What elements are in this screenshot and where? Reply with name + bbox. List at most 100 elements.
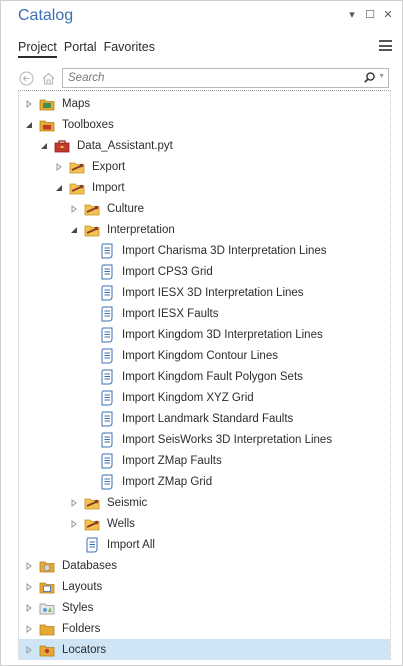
- tab-favorites[interactable]: Favorites: [104, 36, 155, 58]
- script-tool-icon: [99, 453, 115, 469]
- pane-title: Catalog: [18, 7, 74, 24]
- collapsed-arrow-icon[interactable]: [53, 161, 65, 173]
- tree-item-label: Folders: [62, 622, 101, 635]
- locators-folder-icon: [39, 642, 55, 658]
- script-tool-icon: [99, 369, 115, 385]
- expanded-arrow-icon[interactable]: [53, 182, 65, 194]
- tree-item-import-kingdom-contour-lines[interactable]: Import Kingdom Contour Lines: [19, 345, 390, 366]
- collapsed-arrow-icon[interactable]: [23, 623, 35, 635]
- tree-item-import-kingdom-3d-interpretation-lines[interactable]: Import Kingdom 3D Interpretation Lines: [19, 324, 390, 345]
- tree-item-interpretation[interactable]: Interpretation: [19, 219, 390, 240]
- toolset-icon: [84, 495, 100, 511]
- tree-item-label: Export: [92, 160, 126, 173]
- script-tool-icon: [99, 306, 115, 322]
- back-arrow-icon: [19, 71, 33, 85]
- tree-item-label: Import SeisWorks 3D Interpretation Lines: [122, 433, 333, 446]
- tree-item-import-iesx-3d-interpretation-lines[interactable]: Import IESX 3D Interpretation Lines: [19, 282, 390, 303]
- tree-item-label: Import ZMap Grid: [122, 475, 213, 488]
- window-controls: ▾ ☐ ✕: [346, 8, 394, 21]
- tab-project[interactable]: Project: [18, 36, 57, 58]
- tree-item-label: Interpretation: [107, 223, 175, 236]
- expanded-arrow-icon[interactable]: [38, 140, 50, 152]
- layouts-folder-icon: [39, 579, 55, 595]
- tree-item-import[interactable]: Import: [19, 177, 390, 198]
- tree-item-label: Import All: [107, 538, 155, 551]
- tree-item-culture[interactable]: Culture: [19, 198, 390, 219]
- tree-item-label: Import: [92, 181, 125, 194]
- folders-folder-icon: [39, 621, 55, 637]
- tree-item-import-seisworks-3d-interpretation-lines[interactable]: Import SeisWorks 3D Interpretation Lines: [19, 429, 390, 450]
- script-tool-icon: [99, 243, 115, 259]
- script-tool-icon: [99, 348, 115, 364]
- tree-item-import-kingdom-fault-polygon-sets[interactable]: Import Kingdom Fault Polygon Sets: [19, 366, 390, 387]
- tree-item-databases[interactable]: Databases: [19, 555, 390, 576]
- collapsed-arrow-icon[interactable]: [68, 203, 80, 215]
- collapsed-arrow-icon[interactable]: [68, 518, 80, 530]
- tree-item-layouts[interactable]: Layouts: [19, 576, 390, 597]
- tree-item-import-kingdom-xyz-grid[interactable]: Import Kingdom XYZ Grid: [19, 387, 390, 408]
- menu-icon[interactable]: [379, 40, 392, 51]
- tree-item-label: Wells: [107, 517, 135, 530]
- tree-item-label: Import Kingdom XYZ Grid: [122, 391, 254, 404]
- tree-item-data-assistant-pyt[interactable]: Data_Assistant.pyt: [19, 135, 390, 156]
- catalog-pane: Catalog ▾ ☐ ✕ Project Portal Favorites S…: [0, 0, 403, 666]
- tree-item-export[interactable]: Export: [19, 156, 390, 177]
- pane-options-dropdown-icon[interactable]: ▾: [346, 8, 358, 21]
- databases-folder-icon: [39, 558, 55, 574]
- tree-item-maps[interactable]: Maps: [19, 93, 390, 114]
- tree-item-label: Locators: [62, 643, 107, 656]
- tree-item-import-charisma-3d-interpretation-lines[interactable]: Import Charisma 3D Interpretation Lines: [19, 240, 390, 261]
- tree-item-label: Import CPS3 Grid: [122, 265, 213, 278]
- catalog-tree: Maps Toolboxes Data_Assistant.pyt Export Imp…: [18, 90, 391, 660]
- tree-item-label: Import Charisma 3D Interpretation Lines: [122, 244, 327, 257]
- maximize-icon[interactable]: ☐: [364, 8, 376, 21]
- catalog-toolbar: ▼: [1, 63, 402, 93]
- toolset-icon: [69, 159, 85, 175]
- tree-item-import-all[interactable]: Import All: [19, 534, 390, 555]
- collapsed-arrow-icon[interactable]: [23, 581, 35, 593]
- search-icon[interactable]: [363, 71, 376, 84]
- toolset-icon: [84, 201, 100, 217]
- tree-item-toolboxes[interactable]: Toolboxes: [19, 114, 390, 135]
- toolset-icon: [84, 222, 100, 238]
- home-button[interactable]: [40, 70, 56, 86]
- pane-titlebar: Catalog ▾ ☐ ✕: [1, 1, 402, 31]
- script-tool-icon: [99, 432, 115, 448]
- tree-item-locators[interactable]: Locators: [19, 639, 390, 660]
- tree-item-import-iesx-faults[interactable]: Import IESX Faults: [19, 303, 390, 324]
- expanded-arrow-icon[interactable]: [68, 224, 80, 236]
- tree-item-label: Layouts: [62, 580, 103, 593]
- tree-item-import-cps3-grid[interactable]: Import CPS3 Grid: [19, 261, 390, 282]
- tree-item-import-zmap-grid[interactable]: Import ZMap Grid: [19, 471, 390, 492]
- tree-item-label: Culture: [107, 202, 145, 215]
- tree-item-seismic[interactable]: Seismic: [19, 492, 390, 513]
- tree-item-label: Import Kingdom Fault Polygon Sets: [122, 370, 303, 383]
- script-tool-icon: [99, 285, 115, 301]
- back-button[interactable]: [18, 70, 34, 86]
- python-toolbox-icon: [54, 138, 70, 154]
- close-icon[interactable]: ✕: [382, 8, 394, 21]
- search-options-chevron-icon[interactable]: ▼: [378, 73, 385, 80]
- collapsed-arrow-icon[interactable]: [23, 560, 35, 572]
- collapsed-arrow-icon[interactable]: [23, 98, 35, 110]
- collapsed-arrow-icon[interactable]: [68, 497, 80, 509]
- collapsed-arrow-icon[interactable]: [23, 602, 35, 614]
- search-box[interactable]: ▼: [62, 68, 389, 88]
- expanded-arrow-icon[interactable]: [23, 119, 35, 131]
- home-icon: [42, 72, 54, 85]
- script-tool-icon: [84, 537, 100, 553]
- script-tool-icon: [99, 264, 115, 280]
- tree-item-label: Import Kingdom 3D Interpretation Lines: [122, 328, 323, 341]
- tree-item-wells[interactable]: Wells: [19, 513, 390, 534]
- tree-item-styles[interactable]: Styles: [19, 597, 390, 618]
- tree-item-import-zmap-faults[interactable]: Import ZMap Faults: [19, 450, 390, 471]
- tab-portal[interactable]: Portal: [64, 36, 97, 58]
- tree-item-folders[interactable]: Folders: [19, 618, 390, 639]
- collapsed-arrow-icon[interactable]: [23, 644, 35, 656]
- tree-item-import-landmark-standard-faults[interactable]: Import Landmark Standard Faults: [19, 408, 390, 429]
- tree-item-label: Import IESX 3D Interpretation Lines: [122, 286, 304, 299]
- tree-item-label: Toolboxes: [62, 118, 114, 131]
- search-input[interactable]: [68, 72, 358, 84]
- styles-folder-icon: [39, 600, 55, 616]
- tree-item-label: Maps: [62, 97, 91, 110]
